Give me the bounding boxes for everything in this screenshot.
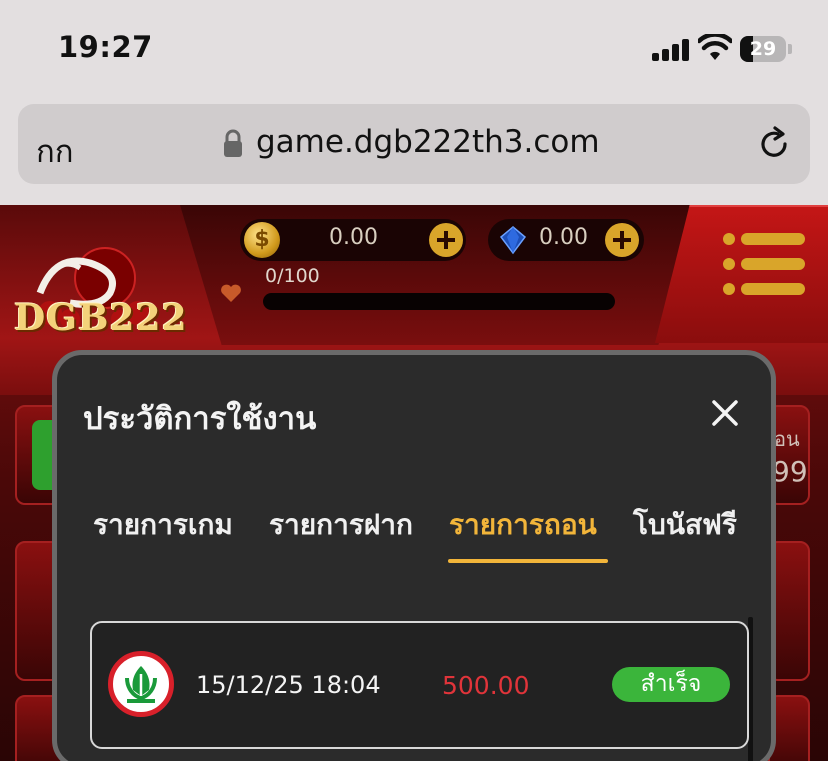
level-progress-label: 0/100 — [265, 265, 320, 287]
tab-game-history[interactable]: รายการเกม — [93, 503, 233, 547]
coin-balance: 0.00 — [329, 225, 378, 250]
clock: 19:27 — [58, 30, 153, 64]
url-text[interactable]: game.dgb222th3.com — [256, 124, 600, 160]
browser-toolbar: กก game.dgb222th3.com — [0, 95, 828, 205]
background-card-value: 99 — [772, 455, 808, 488]
background-card-text: อน — [774, 427, 800, 451]
logo-text: DGB222 — [14, 297, 188, 339]
coin-icon: $ — [244, 222, 280, 258]
tab-free-bonus[interactable]: โบนัสฟรี — [633, 503, 737, 547]
modal-title: ประวัติการใช้งาน — [83, 401, 317, 437]
transaction-row[interactable]: 15/12/25 18:04 500.00 สำเร็จ — [90, 621, 749, 749]
gem-icon — [499, 226, 527, 255]
kbank-logo-icon — [108, 651, 174, 717]
add-coin-button[interactable] — [429, 223, 463, 257]
status-badge: สำเร็จ — [612, 667, 730, 702]
battery-level: 29 — [749, 38, 777, 60]
tab-deposit-history[interactable]: รายการฝาก — [269, 503, 413, 547]
lock-icon — [224, 129, 242, 157]
history-modal: ประวัติการใช้งาน รายการเกม รายการฝาก ราย… — [52, 350, 776, 761]
heart-icon — [221, 284, 241, 302]
coin-wallet: $ 0.00 — [240, 219, 466, 261]
reload-icon[interactable] — [756, 126, 792, 162]
transaction-date: 15/12/25 18:04 — [196, 671, 381, 699]
status-bar: 19:27 29 — [0, 0, 828, 95]
gem-wallet: 0.00 — [488, 219, 644, 261]
add-gem-button[interactable] — [605, 223, 639, 257]
active-tab-indicator — [448, 559, 608, 563]
tab-withdraw-history[interactable]: รายการถอน — [449, 503, 597, 547]
cellular-signal-icon — [652, 39, 690, 61]
text-size-button[interactable]: กก — [36, 126, 74, 176]
menu-icon[interactable] — [723, 233, 807, 295]
level-progress-bar — [263, 293, 615, 310]
transaction-amount: 500.00 — [442, 671, 530, 700]
address-bar[interactable]: กก game.dgb222th3.com — [18, 104, 810, 184]
close-icon[interactable] — [711, 399, 739, 427]
wifi-icon — [698, 34, 732, 60]
battery-icon: 29 — [740, 36, 792, 62]
gem-balance: 0.00 — [539, 225, 588, 250]
